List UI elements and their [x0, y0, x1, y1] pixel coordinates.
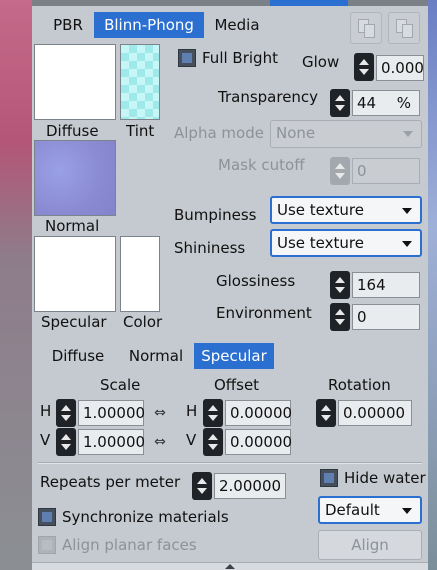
chevron-down-icon — [402, 241, 412, 247]
alpha-mode-combo[interactable]: None — [270, 120, 422, 148]
scale-h-spinner[interactable] — [56, 399, 76, 427]
bumpiness-value: Use texture — [277, 201, 364, 219]
shininess-label: Shininess — [174, 239, 246, 257]
sync-materials-checkbox[interactable] — [38, 508, 56, 526]
full-bright-label: Full Bright — [202, 49, 278, 67]
offset-v-field[interactable]: 0.00000 — [225, 429, 292, 455]
repeats-spinner[interactable] — [192, 472, 212, 500]
align-planar-checkbox[interactable] — [38, 536, 56, 554]
rotation-label: Rotation — [328, 376, 391, 394]
color-label: Color — [123, 313, 163, 331]
diffuse-label: Diffuse — [46, 122, 99, 140]
tab-blinn-phong[interactable]: Blinn-Phong — [94, 12, 204, 38]
normal-label: Normal — [45, 217, 100, 235]
shininess-combo[interactable]: Use texture — [270, 229, 422, 257]
full-bright-checkbox[interactable] — [178, 49, 196, 67]
alpha-mode-value: None — [276, 124, 316, 142]
paste-icon[interactable] — [388, 12, 420, 44]
scale-v-label: V — [40, 431, 51, 449]
mask-cutoff-field[interactable]: 0 — [352, 158, 420, 184]
scale-h-label: H — [40, 402, 52, 420]
tint-label: Tint — [126, 122, 155, 140]
tab-media[interactable]: Media — [204, 12, 270, 38]
chevron-down-icon — [402, 208, 412, 214]
repeats-label: Repeats per meter — [40, 473, 181, 491]
tint-swatch[interactable] — [120, 44, 160, 120]
offset-h-field[interactable]: 0.00000 — [225, 400, 292, 426]
hide-water-label: Hide water — [344, 469, 426, 487]
environment-spinner[interactable] — [330, 303, 350, 331]
divider — [38, 462, 422, 464]
glossiness-spinner[interactable] — [330, 271, 350, 299]
tab-pbr[interactable]: PBR — [38, 12, 98, 38]
normal-swatch[interactable] — [34, 140, 116, 216]
sync-materials-label: Synchronize materials — [62, 508, 229, 526]
scale-v-field[interactable]: 1.00000 — [78, 429, 145, 455]
glow-field[interactable]: 0.000 — [376, 55, 424, 81]
offset-v-label: V — [186, 431, 197, 449]
align-button[interactable]: Align — [318, 530, 422, 560]
align-planar-label: Align planar faces — [62, 536, 197, 554]
bumpiness-label: Bumpiness — [174, 206, 257, 224]
repeats-field[interactable]: 2.00000 — [214, 473, 286, 499]
mask-cutoff-spinner[interactable] — [330, 157, 350, 185]
copy-icon[interactable] — [350, 12, 382, 44]
mask-cutoff-label: Mask cutoff — [218, 156, 305, 174]
offset-h-label: H — [186, 402, 198, 420]
color-swatch[interactable] — [120, 236, 160, 312]
scale-v-spinner[interactable] — [56, 428, 76, 456]
collapse-bar[interactable] — [32, 562, 428, 570]
tab-map-diffuse[interactable]: Diffuse — [38, 343, 118, 369]
offset-v-spinner[interactable] — [203, 428, 223, 456]
tab-map-specular[interactable]: Specular — [194, 343, 274, 369]
specular-swatch[interactable] — [34, 236, 116, 312]
specular-label: Specular — [41, 313, 107, 331]
chevron-down-icon — [403, 131, 413, 137]
default-combo[interactable]: Default — [318, 496, 422, 524]
transparency-field[interactable]: 44 % — [352, 90, 420, 116]
chevron-down-icon — [402, 508, 412, 514]
flip-horizontal-icon[interactable]: ⇔ — [152, 404, 168, 422]
glossiness-label: Glossiness — [216, 272, 296, 290]
transparency-value: 44 — [357, 94, 377, 112]
transparency-unit: % — [396, 94, 411, 112]
environment-field[interactable]: 0 — [352, 304, 420, 330]
viewport-left — [0, 0, 32, 570]
offset-label: Offset — [214, 376, 260, 394]
glow-spinner[interactable] — [354, 53, 374, 81]
transparency-label: Transparency — [218, 88, 319, 106]
chevron-up-icon — [225, 564, 235, 569]
rotation-spinner[interactable] — [316, 399, 336, 427]
hide-water-checkbox[interactable] — [320, 469, 338, 487]
diffuse-swatch[interactable] — [34, 44, 116, 120]
glossiness-field[interactable]: 164 — [352, 272, 420, 298]
glow-label: Glow — [302, 53, 340, 71]
offset-h-spinner[interactable] — [203, 399, 223, 427]
alpha-mode-label: Alpha mode — [174, 124, 264, 142]
shininess-value: Use texture — [277, 234, 364, 252]
tab-map-normal[interactable]: Normal — [118, 343, 194, 369]
texture-panel: PBR Blinn-Phong Media Diffuse Tint Norma… — [32, 6, 428, 570]
bumpiness-combo[interactable]: Use texture — [270, 196, 422, 224]
flip-vertical-icon[interactable]: ⇔ — [152, 433, 168, 451]
default-combo-value: Default — [325, 501, 380, 519]
scale-h-field[interactable]: 1.00000 — [78, 400, 145, 426]
rotation-field[interactable]: 0.00000 — [338, 400, 412, 426]
viewport-right — [428, 0, 437, 570]
environment-label: Environment — [216, 304, 312, 322]
scale-label: Scale — [100, 376, 141, 394]
transparency-spinner[interactable] — [330, 89, 350, 117]
